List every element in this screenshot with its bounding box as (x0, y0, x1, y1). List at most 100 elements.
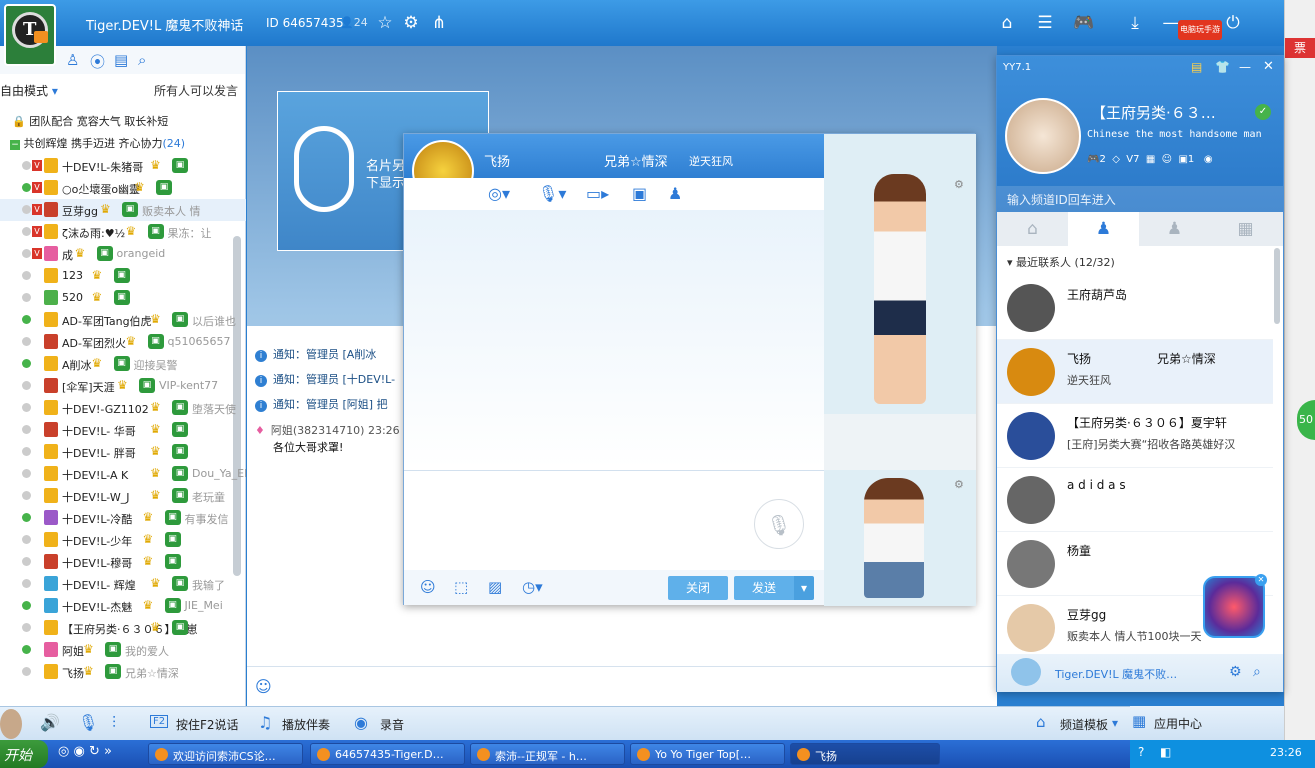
wardrobe-icon[interactable]: ⚙ (954, 178, 964, 191)
contact-item[interactable]: a d i d a s (997, 468, 1273, 532)
search-icon[interactable]: ⌕ (1253, 664, 1261, 680)
skin-icon[interactable]: 👕 (1215, 60, 1230, 74)
footer-channel[interactable]: Tiger.DEV!L 魔鬼不败… (1055, 666, 1177, 682)
channel-id-input[interactable]: 输入频道ID回车进入 (997, 186, 1283, 212)
profile-icon[interactable]: ♟ (668, 184, 682, 203)
close-icon[interactable]: ✕ (1263, 59, 1274, 74)
close-icon[interactable]: ✕ (1255, 574, 1267, 586)
expand-icon[interactable]: » (104, 744, 112, 759)
tab-groups-icon[interactable]: ♟ (1139, 212, 1210, 246)
member-row[interactable]: 十DEV!L- 辉煌 ♛ ▣ 我输了 (0, 573, 246, 595)
tab-contacts-icon[interactable]: ♟ (1068, 212, 1139, 246)
accompany-button[interactable]: 播放伴奏 (282, 716, 330, 733)
member-row[interactable]: 520 ♛ ▣ (0, 287, 246, 309)
tab-apps-icon[interactable]: ▦ (1210, 212, 1281, 246)
eye-icon[interactable]: ◉ (1204, 154, 1213, 165)
contact-item[interactable]: 王府葫芦岛 (997, 276, 1273, 340)
chrome-icon[interactable]: ◉ (73, 744, 84, 759)
user-icon[interactable]: ♙ (66, 51, 79, 69)
member-row[interactable]: V 豆芽gg ♛ ▣ 贩卖本人 情 (0, 199, 246, 221)
avatar[interactable] (1005, 98, 1081, 174)
tray-icon[interactable]: ? (1138, 745, 1144, 759)
contact-item[interactable]: 【王府另类·６３０６】夏宇轩 [王府]另类大赛“招收各路英雄好汉 (997, 404, 1273, 468)
search-icon[interactable]: ⌕ (138, 51, 146, 69)
voice-input-icon[interactable]: 🎙 (754, 499, 804, 549)
member-row[interactable]: 十DEV!L-W_J ♛ ▣ 老玩童 (0, 485, 246, 507)
member-row[interactable]: 十DEV!L-少年 ♛ ▣ (0, 529, 246, 551)
clock[interactable]: 23:26 (1270, 746, 1302, 759)
member-row[interactable]: 十DEV!L- 胖哥 ♛ ▣ (0, 441, 246, 463)
photo-icon[interactable]: ▣ (1178, 154, 1187, 165)
member-row[interactable]: 十DEV!L-穆哥 ♛ ▣ (0, 551, 246, 573)
speaker-icon[interactable]: 🔊 (40, 713, 60, 732)
taskbar-task[interactable]: 飞扬 (790, 743, 940, 765)
tab-home-icon[interactable]: ⌂ (997, 212, 1068, 246)
floating-app-icon[interactable] (1203, 576, 1265, 638)
record-button[interactable]: 录音 (380, 716, 404, 733)
minimize-icon[interactable]: — (1239, 60, 1251, 74)
message-input[interactable]: 🎙 (404, 470, 824, 570)
send-options-icon[interactable]: ▾ (794, 576, 814, 600)
share-icon[interactable]: ⋔ (428, 12, 450, 34)
member-row[interactable]: V 成 ♛ ▣ orangeid (0, 243, 246, 265)
start-button[interactable]: 开始 (0, 740, 48, 768)
member-row[interactable]: 十DEV!L-A K ♛ ▣ Dou_Ya_ER (0, 463, 246, 485)
taskbar-task[interactable]: 64657435-Tiger.D… (310, 743, 465, 765)
download-icon[interactable]: ⤓ (1124, 12, 1146, 34)
member-row[interactable]: A削冰 ♛ ▣ 迎接吴警 (0, 353, 246, 375)
avatar[interactable] (0, 709, 22, 739)
contact-scrollbar[interactable] (1274, 248, 1280, 324)
game-icon[interactable]: ▣ (632, 184, 647, 203)
gear-icon[interactable]: ⚙ (1229, 664, 1242, 680)
member-row[interactable]: AD-军团Tang伯虎 ♛ ▣ 以后谁也 (0, 309, 246, 331)
game-icon[interactable]: 🎮 (1087, 154, 1099, 165)
emoji-icon[interactable]: ☺ (255, 677, 272, 696)
member-row[interactable]: 十DEV!L- 华哥 ♛ ▣ (0, 419, 246, 441)
member-row[interactable]: [伞军]天涯 ♛ ▣ VIP-kent77 (0, 375, 246, 397)
member-row[interactable]: 十DEV!L-杰魅 ♛ ▣ JIE_Mei (0, 595, 246, 617)
video-icon[interactable]: ◎▾ (488, 184, 510, 203)
list-icon[interactable]: ☰ (1034, 12, 1056, 34)
taskbar-task[interactable]: 索沛--正规军 - h… (470, 743, 625, 765)
member-row[interactable]: 123 ♛ ▣ (0, 265, 246, 287)
chat-input-bar[interactable]: ☺ (247, 666, 997, 706)
tray-icon[interactable]: ◧ (1160, 745, 1171, 759)
gamepad-icon[interactable]: 🎮 (1070, 12, 1098, 34)
contact-item[interactable]: 飞扬 兄弟☆情深 逆天狂风 (997, 340, 1273, 404)
refresh-icon[interactable]: ↻ (89, 744, 100, 759)
close-button[interactable]: 关闭 (668, 576, 728, 600)
image-icon[interactable]: ▨ (488, 578, 502, 596)
file-icon[interactable]: ▭▸ (586, 184, 609, 203)
wardrobe-icon[interactable]: ⚙ (954, 478, 964, 491)
app-center[interactable]: 应用中心 (1154, 715, 1202, 732)
calendar-icon[interactable]: ▦ (1146, 154, 1155, 165)
power-icon[interactable]: ⏻ (1222, 12, 1244, 34)
member-row[interactable]: AD-军团烈火 ♛ ▣ q51065657 (0, 331, 246, 353)
collapse-icon[interactable]: − (10, 140, 20, 150)
taskbar-task[interactable]: 欢迎访问索沛CS论… (148, 743, 303, 765)
mode-select[interactable]: 自由模式 ▾ (0, 82, 58, 99)
member-row[interactable]: 【王府另类·６３０６】崽崽 ♛ ▣ (0, 617, 246, 639)
send-button[interactable]: 发送 (734, 576, 794, 600)
settings-icon[interactable]: ⚙ (400, 12, 422, 34)
ticket-icon[interactable]: 票 (1285, 38, 1315, 58)
recent-contacts-header[interactable]: ▾ 最近联系人 (12/32) (1007, 254, 1115, 270)
member-row[interactable]: 十DEV!L-冷酷 ♛ ▣ 有事发信 (0, 507, 246, 529)
location-icon[interactable]: ⦿ (90, 51, 105, 72)
diamond-icon[interactable]: ◇ (1112, 154, 1120, 165)
promo-banner[interactable]: 电脑玩手游 (1178, 20, 1222, 40)
member-row[interactable]: 飞扬 ♛ ▣ 兄弟☆情深 (0, 661, 246, 683)
member-row[interactable]: V ○o尐壞蛋o幽靈 ♛ ▣ (0, 177, 246, 199)
push-to-talk[interactable]: 按住F2说话 (176, 716, 239, 733)
star-icon[interactable]: ☆ (374, 12, 396, 34)
mic-icon[interactable]: 🎙 (78, 713, 98, 732)
equalizer-icon[interactable]: ⫶ (112, 713, 116, 733)
online-status-icon[interactable]: ✓ (1255, 104, 1271, 120)
history-icon[interactable]: ◷▾ (522, 578, 543, 596)
member-row[interactable]: 十DEV!-GZ1102 ♛ ▣ 堕落天使 (0, 397, 246, 419)
home-icon[interactable]: ⌂ (994, 12, 1020, 34)
member-row[interactable]: V 十DEV!L-朱猪哥 ♛ ▣ (0, 155, 246, 177)
ie-icon[interactable]: ◎ (58, 744, 69, 759)
channel-template[interactable]: 频道模板 (1060, 716, 1108, 733)
group-row[interactable]: 🔒 团队配合 宽容大气 取长补短 (12, 113, 168, 129)
